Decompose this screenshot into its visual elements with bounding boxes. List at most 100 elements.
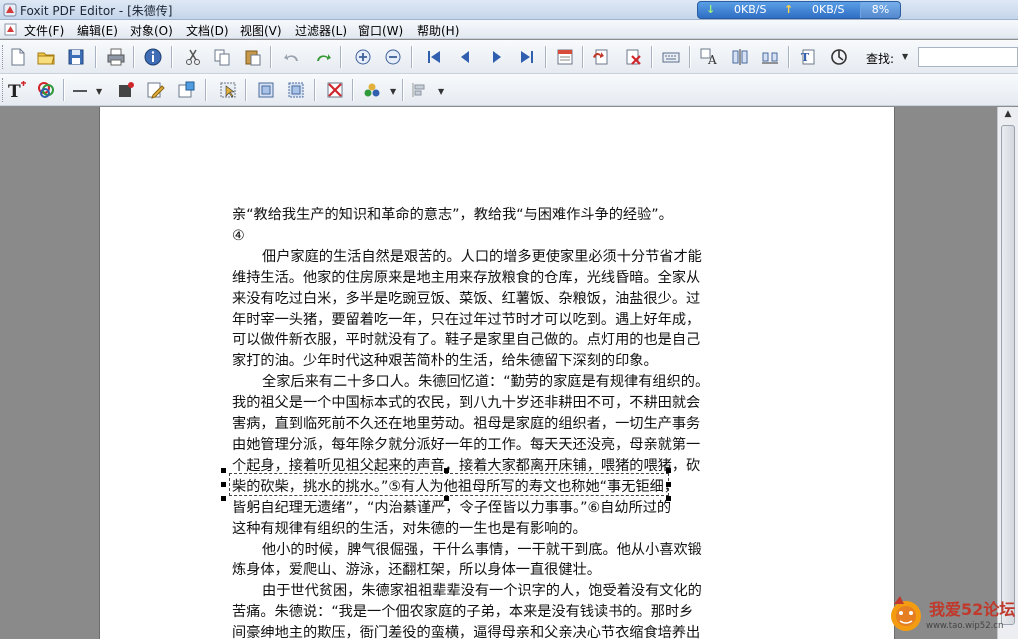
redo-button[interactable] — [311, 45, 335, 69]
text-line[interactable]: 皆躬自纪理无遗绪”，“内治綦谨严，令子侄皆以力事事。”⑥自幼所过的 — [232, 498, 762, 519]
color-dropdown-arrow[interactable]: ▼ — [390, 87, 396, 96]
text-line[interactable]: 家打的油。少年时代这种艰苦简朴的生活，给朱德留下深刻的印象。 — [232, 351, 762, 372]
edit-object-button[interactable] — [143, 78, 167, 102]
text-tool-button[interactable]: T — [796, 45, 820, 69]
text-line[interactable]: 我的祖父是一个中国标本式的农民，到八九十岁还非耕田不可，不耕田就会 — [232, 393, 762, 414]
shape-tool-button[interactable] — [114, 78, 138, 102]
open-button[interactable] — [34, 45, 58, 69]
first-page-button[interactable] — [422, 45, 446, 69]
distribute-button[interactable] — [758, 45, 782, 69]
resize-handle[interactable] — [221, 482, 226, 487]
text-line[interactable]: 由于世代贫困，朱德家祖祖辈辈没有一个识字的人，饱受着没有文化的 — [232, 581, 762, 602]
text-line[interactable]: 柴的砍柴，挑水的挑水。”⑤有人为他祖母所写的寿文也称她“事无钜细， — [232, 477, 762, 498]
vertical-scrollbar[interactable]: ▲ — [997, 107, 1018, 639]
edit-pencil-icon — [147, 82, 165, 99]
text-line[interactable]: ④ — [232, 226, 762, 247]
text-line[interactable]: 个起身，接着听见祖父起来的声音，接着大家都离开床铺，喂猪的喂猪，砍 — [232, 456, 762, 477]
watermark-url: www.tao.wip52.cn — [926, 621, 1004, 631]
text-line[interactable]: 苦痛。朱德说：“我是一个佃农家庭的子弟，本来是没有钱读书的。那时乡 — [232, 602, 762, 623]
delete-page-button[interactable] — [621, 45, 645, 69]
text-line[interactable]: 炼身体，爱爬山、游泳，还翻杠架，所以身体一直很健壮。 — [232, 560, 762, 581]
text-line[interactable]: 害病，直到临死前不久还在地里劳动。祖母是家庭的组织者，一切生产事务 — [232, 414, 762, 435]
text-line[interactable]: 维持生活。他家的住房原来是地主用来存放粮食的仓库，光线昏暗。全家从 — [232, 268, 762, 289]
scrollbar-thumb[interactable] — [1001, 125, 1015, 625]
align-center-button[interactable] — [728, 45, 752, 69]
zoom-in-button[interactable] — [351, 45, 375, 69]
menu-edit[interactable]: 编辑(E) — [77, 22, 118, 39]
group-button[interactable] — [254, 78, 278, 102]
properties-button[interactable] — [141, 45, 165, 69]
svg-text:A: A — [707, 53, 717, 67]
next-page-button[interactable] — [485, 45, 509, 69]
menu-document[interactable]: 文档(D) — [186, 22, 229, 39]
scroll-up-arrow-icon[interactable]: ▲ — [1000, 109, 1016, 123]
find-options-dropdown[interactable]: ▼ — [902, 52, 908, 61]
insert-page-button[interactable] — [589, 45, 613, 69]
toolbar-grip[interactable] — [2, 45, 5, 69]
page-properties-icon — [557, 49, 573, 65]
download-arrow-icon: ↓ — [706, 3, 716, 16]
group-objects-icon — [258, 82, 274, 98]
pdf-page[interactable]: 亲“教给我生产的知识和革命的意志”，教给我“与困难作斗争的经验”。 ④ 佃户家庭的生… — [99, 107, 895, 639]
typewriter-button[interactable] — [659, 45, 683, 69]
toolbar-separator — [340, 46, 342, 68]
text-line[interactable]: 亲“教给我生产的知识和革命的意志”，教给我“与困难作斗争的经验”。 — [232, 205, 762, 226]
document-menu-icon[interactable] — [4, 23, 17, 36]
add-text-icon: T — [8, 81, 26, 100]
text-line[interactable]: 全家后来有二十多口人。朱德回忆道：“勤劳的家庭是有规律有组织的。 — [232, 372, 762, 393]
previous-page-button[interactable] — [453, 45, 477, 69]
cpu-usage: 8% — [860, 2, 900, 18]
last-page-button[interactable] — [515, 45, 539, 69]
distribute-objects-icon — [762, 52, 778, 64]
menu-filter[interactable]: 过滤器(L) — [295, 22, 347, 39]
toolbar-separator — [205, 79, 207, 101]
resize-handle[interactable] — [221, 496, 226, 501]
text-line[interactable]: 佃户家庭的生活自然是艰苦的。人口的增多更使家里必须十分节省才能 — [232, 247, 762, 268]
text-line[interactable]: 由她管理分派，每年除夕就分派好一年的工作。每天天还没亮，母亲就第一 — [232, 435, 762, 456]
text-object-icon: A — [700, 48, 717, 67]
page-text[interactable]: 亲“教给我生产的知识和革命的意志”，教给我“与困难作斗争的经验”。 ④ 佃户家庭的生… — [232, 205, 762, 639]
text-line[interactable]: 间豪绅地主的欺压，衙门差役的蛮横，逼得母亲和父亲决心节衣缩食培养出 — [232, 623, 762, 639]
find-input[interactable] — [918, 47, 1018, 67]
zoom-out-button[interactable] — [381, 45, 405, 69]
menu-view[interactable]: 视图(V) — [240, 22, 282, 39]
toolbar-separator — [133, 46, 135, 68]
save-button[interactable] — [64, 45, 88, 69]
copy-button[interactable] — [210, 45, 234, 69]
add-image-button[interactable] — [34, 78, 58, 102]
toolbar-separator — [314, 79, 316, 101]
resize-handle[interactable] — [221, 468, 226, 473]
text-line[interactable]: 可以做件新衣服，平时就没有了。鞋子是家里自己做的。点灯用的也是自己 — [232, 330, 762, 351]
document-workspace[interactable]: 亲“教给我生产的知识和革命的意志”，教给我“与困难作斗争的经验”。 ④ 佃户家庭的生… — [0, 107, 997, 639]
color-button[interactable] — [360, 78, 384, 102]
new-button[interactable] — [6, 45, 30, 69]
paste-button[interactable] — [241, 45, 265, 69]
print-button[interactable] — [104, 45, 128, 69]
text-line[interactable]: 年时宰一头猪，要留着吃一年，只在过年过节时才可以吃到。遇上好年成， — [232, 310, 762, 331]
delete-object-button[interactable] — [323, 78, 347, 102]
network-monitor[interactable]: ↓ 0KB/S ↑ 0KB/S 8% — [697, 1, 901, 19]
line-dropdown-arrow[interactable]: ▼ — [96, 87, 102, 96]
object-properties-button[interactable] — [174, 78, 198, 102]
text-line[interactable]: 来没有吃过白米，多半是吃豌豆饭、菜饭、红薯饭、杂粮饭，油盐很少。过 — [232, 289, 762, 310]
text-object-button[interactable]: A — [697, 45, 721, 69]
menu-object[interactable]: 对象(O) — [130, 22, 173, 39]
toolbar-separator — [352, 79, 354, 101]
text-line[interactable]: 这种有规律有组织的生活，对朱德的一生也是有影响的。 — [232, 519, 762, 540]
toolbar-separator — [95, 46, 97, 68]
undo-button[interactable] — [280, 45, 304, 69]
ungroup-button[interactable] — [284, 78, 308, 102]
menu-file[interactable]: 文件(F) — [24, 22, 64, 39]
rotate-button[interactable] — [827, 45, 851, 69]
alignment-dropdown-arrow[interactable]: ▼ — [438, 87, 444, 96]
alignment-button[interactable] — [407, 78, 431, 102]
menu-window[interactable]: 窗口(W) — [358, 22, 403, 39]
cut-button[interactable] — [181, 45, 205, 69]
line-tool-button[interactable] — [68, 78, 92, 102]
text-line[interactable]: 他小的时候，脾气很倔强，干什么事情，一干就干到底。他从小喜欢锻 — [232, 540, 762, 561]
upload-arrow-icon: ↑ — [784, 3, 794, 16]
page-properties-button[interactable] — [553, 45, 577, 69]
select-objects-button[interactable] — [216, 78, 240, 102]
menu-help[interactable]: 帮助(H) — [417, 22, 459, 39]
add-text-button[interactable]: T — [5, 78, 29, 102]
